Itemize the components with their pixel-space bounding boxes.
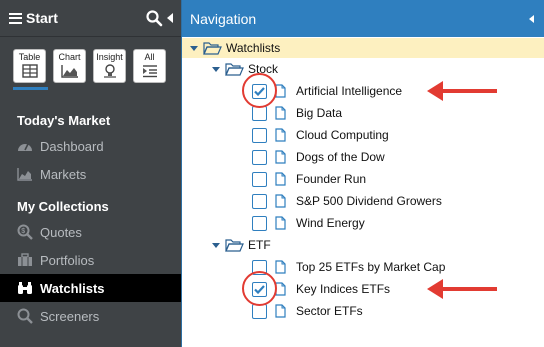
view-table-button[interactable]: Table [13,49,46,83]
chart-icon [60,65,78,78]
view-label: Table [18,52,41,62]
document-icon [275,304,286,318]
view-label: Chart [58,52,81,62]
view-chart-button[interactable]: Chart [53,49,86,83]
sidebar-item-label: Portfolios [40,252,95,268]
watchlist-label: Sector ETFs [296,304,363,318]
all-list-icon [142,65,157,78]
sidebar-item-label: Quotes [40,224,82,240]
dashboard-gauge-icon [17,138,33,154]
expand-caret-icon[interactable] [212,242,220,248]
watchlist-label: S&P 500 Dividend Growers [296,194,442,208]
sidebar-item-quotes[interactable]: $ Quotes [0,218,181,246]
watchlist-item[interactable]: Top 25 ETFs by Market Cap [252,257,445,277]
area-chart-icon [17,166,33,182]
watchlist-checkbox[interactable] [252,149,267,165]
navigation-panel: Navigation Watchlists Stock Artificial I… [181,0,544,347]
collapse-sidebar-icon[interactable] [167,13,173,23]
watchlist-item[interactable]: Wind Energy [252,213,365,233]
sidebar-header: Start [0,0,181,37]
watchlist-item[interactable]: Founder Run [252,169,366,189]
document-icon [275,106,286,120]
document-icon [275,216,286,230]
document-icon [275,128,286,142]
navigation-title: Navigation [190,10,257,27]
sidebar-item-label: Watchlists [40,280,105,296]
document-icon [275,172,286,186]
sidebar-item-label: Screeners [40,308,100,324]
sidebar-title: Start [26,10,58,26]
annotation-arrow [427,81,497,101]
tree-node-label: ETF [248,238,271,252]
expand-caret-icon[interactable] [212,66,220,72]
annotation-arrow [427,279,497,299]
watchlist-checkbox[interactable] [252,193,267,209]
view-label: Insight [96,52,123,62]
sidebar-item-screeners[interactable]: Screeners [0,302,181,330]
watchlist-label: Big Data [296,106,343,120]
view-label: All [144,52,155,62]
annotation-circle [242,271,277,306]
watchlist-label: Cloud Computing [296,128,389,142]
tree-root-watchlists[interactable]: Watchlists [182,38,544,58]
search-icon [17,308,33,324]
binoculars-icon [17,280,33,296]
open-folder-icon [225,238,244,252]
sidebar-item-watchlists[interactable]: Watchlists [0,274,181,302]
open-folder-icon [203,41,222,55]
watchlist-checkbox[interactable] [252,127,267,143]
expand-caret-icon[interactable] [190,45,198,51]
tree-node-label: Watchlists [226,41,281,55]
watchlist-item[interactable]: Cloud Computing [252,125,389,145]
watchlist-label: Dogs of the Dow [296,150,385,164]
annotation-circle [242,73,277,108]
watchlist-label: Wind Energy [296,216,365,230]
watchlist-label: Artificial Intelligence [296,84,403,98]
navigation-header: Navigation [182,0,544,37]
start-sidebar: Start Table Chart Insight All Today's Ma… [0,0,181,347]
watchlist-item[interactable]: Sector ETFs [252,301,363,321]
view-insight-button[interactable]: Insight [93,49,126,83]
document-icon [275,150,286,164]
sidebar-item-label: Markets [40,166,87,182]
view-all-button[interactable]: All [133,49,166,83]
collapse-panel-icon[interactable] [529,14,534,23]
document-icon [275,194,286,208]
section-title-my-collections: My Collections [17,199,109,214]
sidebar-item-label: Dashboard [40,138,104,154]
watchlist-item[interactable]: S&P 500 Dividend Growers [252,191,442,211]
watchlist-checkbox[interactable] [252,171,267,187]
watchlist-checkbox[interactable] [252,215,267,231]
view-switcher: Table Chart Insight All [0,37,181,83]
hamburger-menu-icon[interactable] [9,12,22,24]
table-icon [21,64,38,78]
sidebar-item-markets[interactable]: Markets [0,160,181,188]
dollar-search-icon: $ [17,224,33,240]
search-icon[interactable] [145,9,163,27]
watchlist-item[interactable]: Dogs of the Dow [252,147,385,167]
sidebar-item-portfolios[interactable]: Portfolios [0,246,181,274]
tree-group-etf[interactable]: ETF [212,235,271,255]
watchlist-label: Top 25 ETFs by Market Cap [296,260,446,274]
svg-text:$: $ [21,228,25,235]
document-icon [275,260,286,274]
briefcase-icon [17,252,33,268]
open-folder-icon [225,62,244,76]
insight-icon [103,64,116,78]
section-title-todays-market: Today's Market [17,113,111,128]
watchlist-label: Key Indices ETFs [296,282,391,296]
watchlist-label: Founder Run [296,172,367,186]
sidebar-item-dashboard[interactable]: Dashboard [0,132,181,160]
